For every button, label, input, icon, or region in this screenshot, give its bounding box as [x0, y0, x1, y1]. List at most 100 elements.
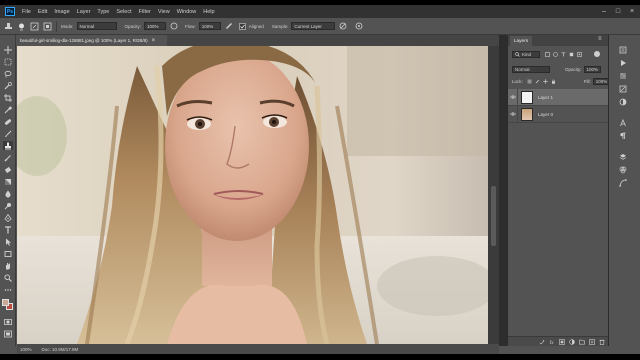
eyedropper-icon[interactable]	[3, 105, 13, 114]
layer-style-icon[interactable]: fx	[549, 339, 555, 345]
pen-icon[interactable]	[3, 213, 13, 222]
screen-mode-icon[interactable]	[3, 329, 13, 338]
pixel-filter-icon[interactable]	[545, 51, 550, 57]
layer-row-layer-0[interactable]: Layer 0	[508, 105, 609, 123]
new-group-icon[interactable]	[579, 339, 585, 345]
adjustments-icon[interactable]	[618, 97, 628, 106]
menu-layer[interactable]: Layer	[77, 9, 91, 15]
kind-filter-select[interactable]: Kind	[512, 50, 540, 58]
mode-select[interactable]: Normal	[76, 22, 117, 30]
airbrush-icon[interactable]	[224, 21, 234, 31]
eraser-icon[interactable]	[3, 165, 13, 174]
layer-opacity-input[interactable]: 100%	[583, 65, 601, 73]
visibility-eye-icon[interactable]	[508, 105, 518, 123]
visibility-eye-icon[interactable]	[508, 88, 518, 106]
menu-type[interactable]: Type	[97, 9, 109, 15]
canvas-area[interactable]	[17, 46, 499, 344]
tools-panel	[0, 35, 16, 346]
document-tab[interactable]: beautiful-girl-smiling-dla-128881.jpeg @…	[17, 35, 167, 46]
rectangle-icon[interactable]	[3, 249, 13, 258]
blend-mode-select[interactable]: Normal	[512, 65, 550, 73]
link-layers-icon[interactable]	[539, 339, 545, 345]
gradient-icon[interactable]	[3, 177, 13, 186]
layer-name[interactable]: Layer 1	[538, 95, 553, 100]
pressure-size-icon[interactable]	[354, 21, 364, 31]
menu-file[interactable]: File	[22, 9, 31, 15]
quick-mask-icon[interactable]	[3, 317, 13, 326]
layer-row-layer-1[interactable]: Layer 1	[508, 88, 609, 106]
photo-canvas[interactable]	[17, 46, 488, 344]
panel-menu-icon[interactable]: ≡	[598, 36, 602, 42]
brush-icon[interactable]	[3, 129, 13, 138]
menu-filter[interactable]: Filter	[139, 9, 151, 15]
document-close-icon[interactable]: ×	[152, 38, 156, 44]
lock-position-icon[interactable]	[543, 78, 548, 84]
scrollbar-thumb[interactable]	[491, 186, 496, 246]
paths-icon[interactable]	[618, 178, 628, 187]
lock-transparency-icon[interactable]	[527, 79, 532, 84]
lock-all-icon[interactable]	[551, 79, 556, 84]
new-layer-icon[interactable]	[589, 338, 595, 345]
add-mask-icon[interactable]	[559, 338, 565, 345]
menu-edit[interactable]: Edit	[38, 9, 47, 15]
aligned-checkbox-icon[interactable]	[238, 21, 248, 31]
filter-toggle-icon[interactable]	[594, 51, 600, 57]
menu-select[interactable]: Select	[116, 9, 131, 15]
ignore-adjustment-layers-icon[interactable]	[338, 21, 348, 31]
flow-input[interactable]: 100%	[198, 22, 221, 30]
healing-brush-icon[interactable]	[3, 117, 13, 126]
paragraph-icon[interactable]	[618, 131, 628, 140]
marquee-icon[interactable]	[3, 57, 13, 66]
clone-stamp-icon[interactable]	[3, 141, 13, 150]
brush-panel-toggle-icon[interactable]	[29, 21, 39, 31]
type-filter-icon[interactable]	[561, 51, 566, 57]
lock-row: Lock: Fill: 100%	[508, 76, 610, 86]
zoom-level[interactable]: 100%	[20, 347, 32, 352]
brush-preset-icon[interactable]	[16, 21, 26, 31]
clone-source-panel-icon[interactable]	[42, 21, 52, 31]
zoom-icon[interactable]	[3, 273, 13, 282]
hand-icon[interactable]	[3, 261, 13, 270]
layers-tab[interactable]: Layers	[510, 36, 532, 46]
layers-icon[interactable]	[618, 152, 628, 161]
color-swatches[interactable]	[2, 299, 14, 311]
menu-view[interactable]: View	[158, 9, 170, 15]
menu-help[interactable]: Help	[203, 9, 214, 15]
adjustment-layer-icon[interactable]	[569, 338, 575, 345]
channels-icon[interactable]	[618, 165, 628, 174]
lock-pixels-icon[interactable]	[535, 79, 540, 84]
quick-select-icon[interactable]	[3, 81, 13, 90]
dodge-icon[interactable]	[3, 201, 13, 210]
layer-name[interactable]: Layer 0	[538, 112, 553, 117]
vertical-scrollbar[interactable]	[488, 46, 499, 344]
history-icon[interactable]	[618, 45, 628, 54]
lasso-icon[interactable]	[3, 69, 13, 78]
pressure-opacity-icon[interactable]	[169, 21, 179, 31]
blur-icon[interactable]	[3, 189, 13, 198]
character-icon[interactable]	[618, 118, 628, 127]
crop-icon[interactable]	[3, 93, 13, 102]
sample-select[interactable]: Current Layer	[291, 22, 336, 30]
move-icon[interactable]	[3, 45, 13, 54]
history-brush-icon[interactable]	[3, 153, 13, 162]
maximize-button[interactable]: □	[612, 5, 624, 18]
clone-stamp-tool-icon[interactable]	[3, 21, 13, 31]
properties-icon[interactable]	[618, 71, 628, 80]
opacity-input[interactable]: 100%	[144, 22, 167, 30]
type-icon[interactable]	[3, 225, 13, 234]
smart-object-filter-icon[interactable]	[577, 51, 582, 57]
layers-panel-header: Layers ≡	[508, 35, 609, 46]
shape-filter-icon[interactable]	[569, 52, 574, 57]
more-tools-icon[interactable]	[3, 285, 13, 294]
play-icon[interactable]	[618, 58, 628, 67]
adjustment-filter-icon[interactable]	[553, 51, 558, 57]
menu-image[interactable]: Image	[54, 9, 69, 15]
minimize-button[interactable]: –	[598, 5, 610, 18]
delete-layer-icon[interactable]	[599, 339, 605, 345]
document-size: Doc: 10.9M/17.9M	[41, 346, 79, 352]
brush-settings-icon[interactable]	[618, 84, 628, 93]
close-window-button[interactable]: ×	[626, 5, 638, 18]
menu-window[interactable]: Window	[177, 9, 197, 15]
foreground-color-swatch[interactable]	[2, 299, 9, 306]
path-select-icon[interactable]	[3, 237, 13, 246]
